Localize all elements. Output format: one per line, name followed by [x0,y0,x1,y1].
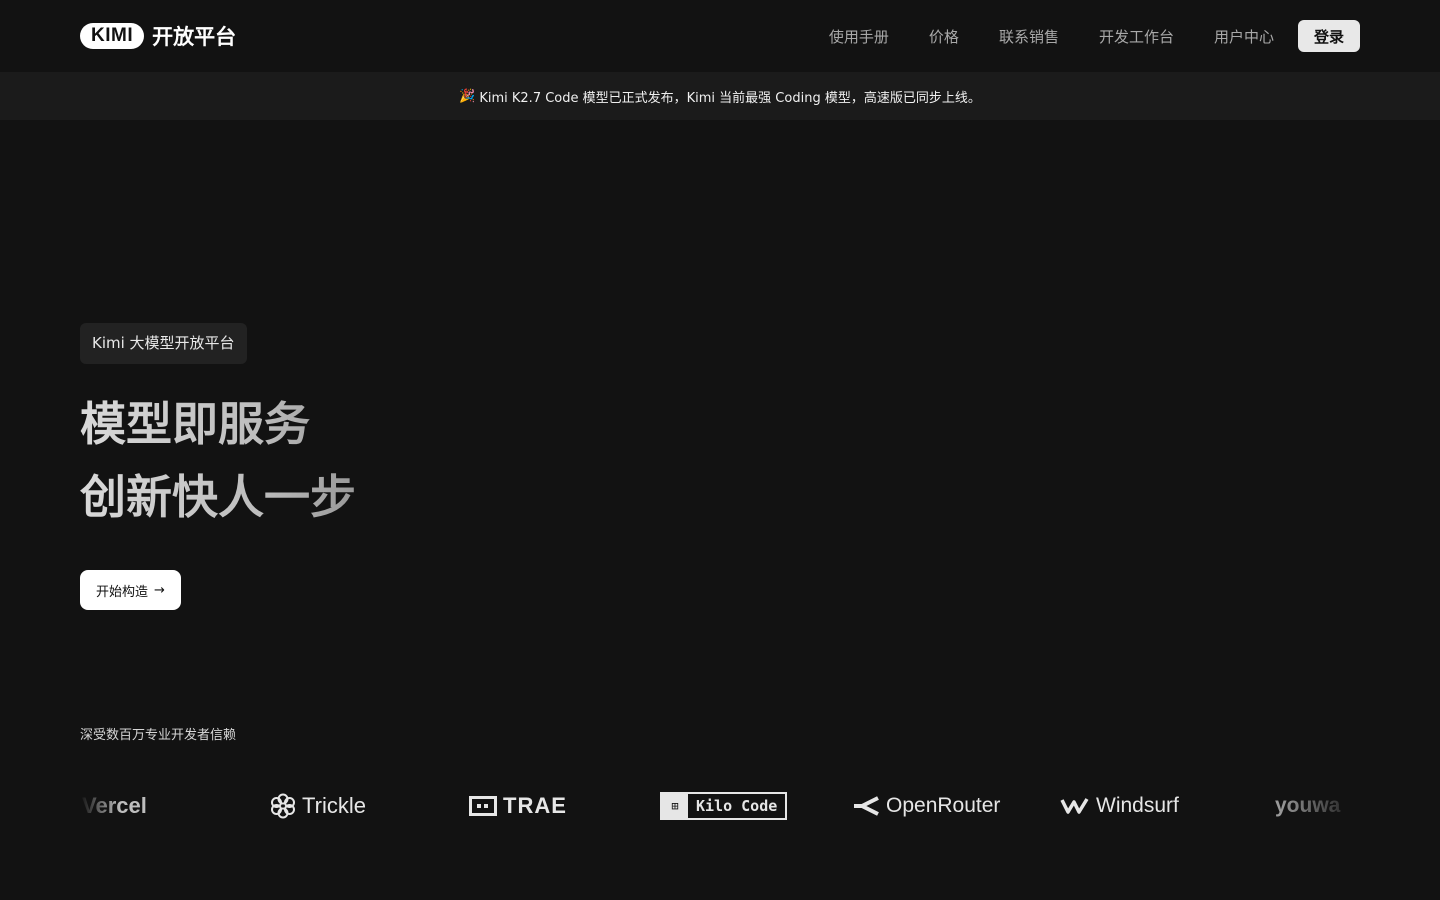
nav-link-user-center[interactable]: 用户中心 [1214,26,1274,47]
kilo-code-logo-text: Kilo Code [696,797,778,815]
brand-title: 开放平台 [152,25,237,49]
trickle-logo-text: Trickle [302,793,366,818]
kilo-code-logo: ⊞ Kilo Code [660,782,788,830]
windsurf-wave-icon [1060,798,1089,814]
trae-logo-text: TRAE [503,793,567,818]
announcement-text: Kimi K2.7 Code 模型已正式发布，Kimi 当前最强 Coding … [479,90,981,106]
brand-logo[interactable]: KIMI 开放平台 [80,21,236,51]
cta-label: 开始构造 [96,584,149,600]
nav-link-pricing[interactable]: 价格 [929,26,959,47]
kilo-grid-icon: ⊞ [662,794,688,818]
announcement-bar[interactable]: 🎉 Kimi K2.7 Code 模型已正式发布，Kimi 当前最强 Codin… [0,72,1440,120]
top-nav: KIMI 开放平台 使用手册 价格 联系销售 开发工作台 用户中心 登录 [0,0,1440,72]
login-button[interactable]: 登录 [1297,20,1360,52]
arrow-right-icon: → [154,582,165,598]
nav-link-docs[interactable]: 使用手册 [829,26,889,47]
trae-box-icon [469,796,497,816]
nav-links: 使用手册 价格 联系销售 开发工作台 用户中心 登录 [829,20,1360,52]
windsurf-logo-text: Windsurf [1096,794,1179,817]
trickle-flower-icon [271,793,295,819]
trust-caption: 深受数百万专业开发者信赖 [80,728,237,743]
hero-section: Kimi 大模型开放平台 模型即服务 创新快人一步 开始构造 → [80,323,380,610]
marquee-fade-right [1280,782,1360,830]
party-popper-icon: 🎉 [459,88,476,104]
trickle-logo: Trickle [270,782,366,830]
trae-logo: TRAE [469,782,567,830]
kimi-logo-pill: KIMI [80,23,145,49]
kilo-code-badge: ⊞ Kilo Code [660,792,788,820]
openrouter-chevron-icon [854,796,879,816]
start-building-button[interactable]: 开始构造 → [80,570,181,610]
nav-link-contact-sales[interactable]: 联系销售 [999,26,1059,47]
openrouter-logo-text: OpenRouter [886,794,1001,817]
hero-badge: Kimi 大模型开放平台 [80,323,247,364]
partner-logos-marquee: Vercel Trickle TRAE ⊞ Kilo Code OpenRout… [80,782,1360,830]
openrouter-logo: OpenRouter [852,782,1000,830]
marquee-fade-left [80,782,120,830]
hero-headline: 模型即服务 创新快人一步 [80,388,380,534]
nav-link-dev-console[interactable]: 开发工作台 [1099,26,1174,47]
headline-line-1: 模型即服务 [80,397,310,451]
windsurf-logo: Windsurf [1060,782,1179,830]
headline-line-2: 创新快人一步 [80,470,356,524]
